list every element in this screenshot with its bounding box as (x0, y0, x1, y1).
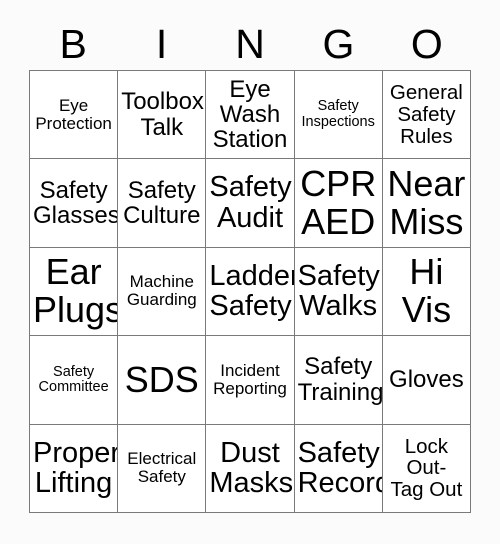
bingo-cell-r4c4[interactable]: Lock Out- Tag Out (382, 424, 471, 513)
bingo-cell-r1c1[interactable]: Safety Culture (118, 159, 207, 248)
bingo-cell-r1c4[interactable]: Near Miss (382, 159, 471, 248)
bingo-cell-r4c3[interactable]: Safety Record (294, 424, 383, 513)
bingo-cell-r3c4[interactable]: Gloves (382, 336, 471, 425)
bingo-cell-label: General Safety Rules (389, 81, 463, 148)
bingo-cell-label: Toolbox Talk (121, 88, 204, 141)
bingo-header-letter-1: I (155, 20, 168, 67)
bingo-cell-label: Safety Audit (209, 171, 292, 235)
bingo-cell-r1c3[interactable]: CPR AED (294, 159, 383, 248)
bingo-cell-label: Eye Protection (35, 95, 112, 133)
bingo-cell-r1c2[interactable]: Safety Audit (206, 159, 295, 248)
bingo-cell-label: Safety Walks (297, 259, 380, 323)
bingo-cell-label: Lock Out- Tag Out (390, 434, 463, 502)
bingo-cell-r0c4[interactable]: General Safety Rules (382, 71, 471, 160)
bingo-cell-r2c2[interactable]: Ladder Safety (206, 247, 295, 337)
bingo-cell-label: Safety Committee (38, 363, 109, 395)
bingo-card: B I N G O Eye Protection Toolbox Talk Eye Wash… (0, 0, 500, 544)
bingo-cell-r1c0[interactable]: Safety Glasses (30, 159, 119, 248)
bingo-cell-r3c1[interactable]: SDS (118, 336, 207, 425)
bingo-grid: Eye Protection Toolbox Talk Eye Wash Stati… (29, 70, 471, 513)
bingo-cell-label: Safety Record (297, 436, 383, 500)
bingo-cell-label: SDS (124, 358, 199, 400)
bingo-cell-label: Proper Lifting (33, 436, 119, 500)
bingo-cell-r0c1[interactable]: Toolbox Talk (118, 71, 207, 160)
bingo-cell-label: Machine Guarding (126, 272, 197, 310)
bingo-cell-label: Incident Reporting (213, 360, 287, 398)
bingo-cell-label: Electrical Safety (127, 449, 197, 487)
bingo-cell-label: Eye Wash Station (212, 75, 288, 154)
bingo-cell-r2c4[interactable]: Hi Vis (382, 247, 471, 337)
bingo-cell-label: Ladder Safety (209, 259, 295, 323)
bingo-cell-r0c3[interactable]: Safety Inspections (294, 71, 383, 160)
bingo-header-letter-2: N (235, 20, 265, 67)
bingo-cell-label: Safety Inspections (301, 98, 375, 130)
bingo-cell-r2c1[interactable]: Machine Guarding (118, 247, 207, 337)
bingo-cell-r3c2[interactable]: Incident Reporting (206, 336, 295, 425)
bingo-cell-r2c0[interactable]: Ear Plugs (30, 247, 119, 337)
bingo-header-letter-3: G (322, 20, 355, 67)
bingo-cell-r0c2[interactable]: Eye Wash Station (206, 71, 295, 160)
bingo-cell-r3c3[interactable]: Safety Training (294, 336, 383, 425)
bingo-cell-label: Gloves (389, 366, 464, 394)
bingo-cell-r4c1[interactable]: Electrical Safety (118, 424, 207, 513)
bingo-header-letter-0: B (59, 20, 87, 67)
bingo-header: BINGO (29, 20, 471, 68)
bingo-cell-r4c2[interactable]: Dust Masks (206, 424, 295, 513)
bingo-cell-label: CPR AED (300, 162, 377, 243)
bingo-cell-r0c0[interactable]: Eye Protection (30, 71, 119, 160)
bingo-cell-r2c3[interactable]: Safety Walks (294, 247, 383, 337)
bingo-cell-label: Safety Glasses (33, 176, 119, 230)
bingo-cell-r4c0[interactable]: Proper Lifting (30, 424, 119, 513)
bingo-cell-label: Dust Masks (209, 436, 294, 500)
bingo-cell-label: Hi Vis (401, 251, 452, 331)
bingo-cell-label: Ear Plugs (33, 251, 119, 331)
bingo-cell-label: Safety Training (297, 353, 383, 406)
bingo-cell-label: Near Miss (387, 162, 466, 243)
bingo-cell-r3c0[interactable]: Safety Committee (30, 336, 119, 425)
bingo-header-letter-4: O (410, 20, 443, 67)
bingo-cell-label: Safety Culture (123, 176, 201, 230)
